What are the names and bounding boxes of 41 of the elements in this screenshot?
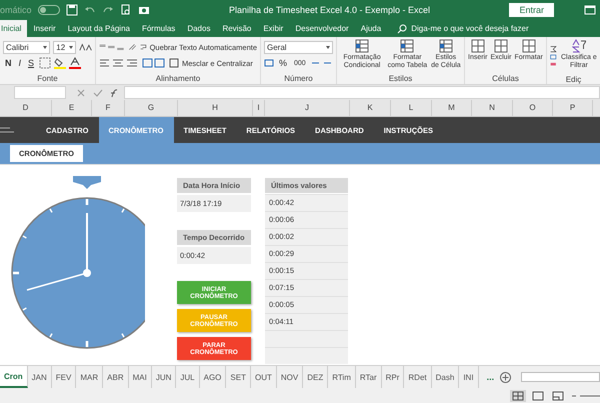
- ribbon-tab[interactable]: Ajuda: [354, 20, 388, 37]
- group-label: Fonte: [36, 74, 59, 84]
- italic-button[interactable]: I: [16, 58, 24, 68]
- column-header[interactable]: N: [472, 100, 513, 116]
- column-header[interactable]: I: [253, 100, 265, 116]
- group-label: Estilos: [388, 74, 414, 84]
- column-header[interactable]: J: [265, 100, 350, 116]
- ribbon-tab[interactable]: Exibir: [257, 20, 290, 37]
- ribbon-tab[interactable]: Layout da Página: [62, 20, 136, 37]
- window-title: Planilha de Timesheet Excel 4.0 - Exemplo - Excel: [228, 5, 432, 15]
- autosave-label: omático: [0, 5, 32, 15]
- sheet-tab[interactable]: Cron: [0, 366, 28, 388]
- column-header[interactable]: M: [432, 100, 472, 116]
- number-format-dropdown[interactable]: Geral: [264, 40, 333, 54]
- group-label: Ediç: [564, 75, 582, 85]
- underline-button[interactable]: S: [26, 58, 36, 68]
- ribbon-tab[interactable]: Desenvolvedor: [289, 20, 355, 37]
- column-header[interactable]: D: [0, 100, 52, 116]
- ribbon-tab[interactable]: Revisão: [216, 20, 258, 37]
- column-header[interactable]: E: [52, 100, 92, 116]
- column-header[interactable]: P: [553, 100, 593, 116]
- column-header[interactable]: O: [513, 100, 553, 116]
- group-label: Células: [491, 74, 520, 84]
- more-sheets-button[interactable]: ...: [486, 372, 494, 382]
- column-header[interactable]: K: [350, 100, 391, 116]
- percent-button[interactable]: %: [277, 58, 290, 68]
- column-header[interactable]: F: [92, 100, 125, 116]
- ribbon-tab[interactable]: Fórmulas: [136, 20, 182, 37]
- group-label: Alinhamento: [154, 74, 202, 84]
- font-name-dropdown[interactable]: Calibri: [3, 40, 50, 54]
- column-header[interactable]: H: [178, 100, 253, 116]
- ribbon-tab[interactable]: Inserir: [27, 20, 62, 37]
- ribbon-tab[interactable]: Dados: [181, 20, 216, 37]
- font-size-dropdown[interactable]: 12: [53, 40, 76, 54]
- bold-button[interactable]: N: [3, 58, 14, 68]
- column-header[interactable]: G: [125, 100, 178, 116]
- tell-me-field[interactable]: Diga-me o que você deseja fazer: [407, 20, 529, 37]
- ribbon-tab[interactable]: Inicial: [0, 20, 28, 37]
- column-header[interactable]: L: [391, 100, 432, 116]
- sign-in-button[interactable]: Entrar: [509, 3, 554, 17]
- group-label: Número: [283, 74, 314, 84]
